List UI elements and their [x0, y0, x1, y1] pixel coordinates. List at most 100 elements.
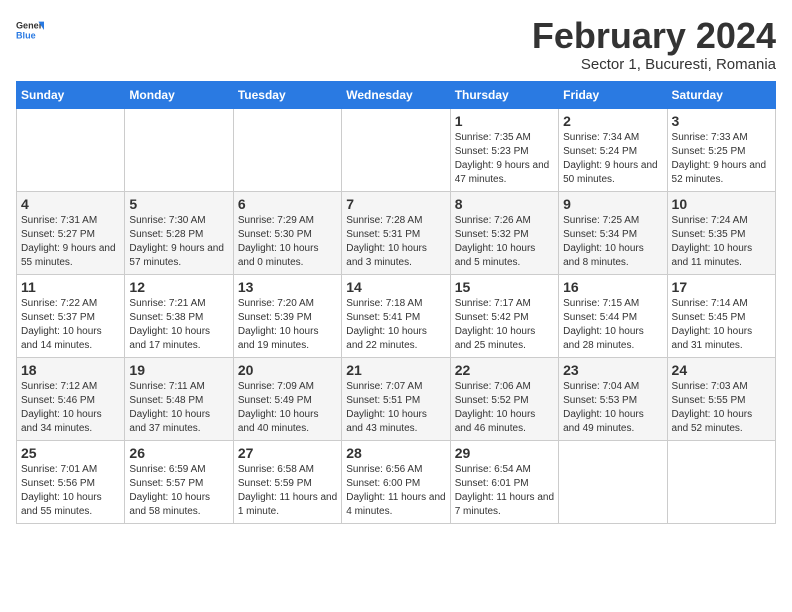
day-info: Sunrise: 7:01 AMSunset: 5:56 PMDaylight:… [21, 463, 120, 519]
day-cell: 9Sunrise: 7:25 AMSunset: 5:34 PMDaylight… [559, 191, 667, 274]
day-number: 12 [129, 279, 228, 295]
day-number: 16 [563, 279, 662, 295]
day-info: Sunrise: 7:17 AMSunset: 5:42 PMDaylight:… [455, 297, 554, 353]
header-wednesday: Wednesday [342, 81, 450, 108]
day-number: 25 [21, 445, 120, 461]
svg-text:Blue: Blue [16, 30, 36, 40]
week-row-4: 18 Sunrise: 7:12 AMSunset: 5:46 PMDayligh… [17, 357, 776, 440]
day-cell: 1Sunrise: 7:35 AMSunset: 5:23 PMDaylight… [450, 108, 558, 191]
day-cell: 11 Sunrise: 7:22 AMSunset: 5:37 PMDayligh… [17, 274, 125, 357]
day-info: Sunrise: 7:34 AMSunset: 5:24 PMDaylight:… [563, 131, 662, 187]
day-number: 27 [238, 445, 337, 461]
day-cell: 25 Sunrise: 7:01 AMSunset: 5:56 PMDayligh… [17, 440, 125, 523]
day-cell [17, 108, 125, 191]
day-info: Sunrise: 7:11 AMSunset: 5:48 PMDaylight:… [129, 380, 228, 436]
day-cell: 4 Sunrise: 7:31 AMSunset: 5:27 PMDaylight… [17, 191, 125, 274]
day-cell: 18 Sunrise: 7:12 AMSunset: 5:46 PMDayligh… [17, 357, 125, 440]
day-info: Sunrise: 7:12 AMSunset: 5:46 PMDaylight:… [21, 380, 120, 436]
subtitle: Sector 1, Bucuresti, Romania [532, 56, 776, 73]
calendar-table: SundayMondayTuesdayWednesdayThursdayFrid… [16, 81, 776, 524]
calendar-body: 1Sunrise: 7:35 AMSunset: 5:23 PMDaylight… [17, 108, 776, 523]
day-info: Sunrise: 6:56 AMSunset: 6:00 PMDaylight:… [346, 463, 445, 519]
day-cell: 27 Sunrise: 6:58 AMSunset: 5:59 PMDayligh… [233, 440, 341, 523]
day-number: 11 [21, 279, 120, 295]
day-cell: 23 Sunrise: 7:04 AMSunset: 5:53 PMDayligh… [559, 357, 667, 440]
day-number: 15 [455, 279, 554, 295]
day-info: Sunrise: 7:07 AMSunset: 5:51 PMDaylight:… [346, 380, 445, 436]
day-cell: 8 Sunrise: 7:26 AMSunset: 5:32 PMDaylight… [450, 191, 558, 274]
days-of-week-row: SundayMondayTuesdayWednesdayThursdayFrid… [17, 81, 776, 108]
day-cell: 7 Sunrise: 7:28 AMSunset: 5:31 PMDaylight… [342, 191, 450, 274]
day-info: Sunrise: 7:20 AMSunset: 5:39 PMDaylight:… [238, 297, 337, 353]
day-cell: 2Sunrise: 7:34 AMSunset: 5:24 PMDaylight… [559, 108, 667, 191]
day-info: Sunrise: 6:58 AMSunset: 5:59 PMDaylight:… [238, 463, 337, 519]
day-cell: 3 Sunrise: 7:33 AMSunset: 5:25 PMDaylight… [667, 108, 775, 191]
day-number: 19 [129, 362, 228, 378]
day-cell: 20 Sunrise: 7:09 AMSunset: 5:49 PMDayligh… [233, 357, 341, 440]
day-number: 6 [238, 196, 337, 212]
day-info: Sunrise: 7:33 AMSunset: 5:25 PMDaylight:… [672, 131, 771, 187]
day-number: 18 [21, 362, 120, 378]
week-row-2: 4 Sunrise: 7:31 AMSunset: 5:27 PMDaylight… [17, 191, 776, 274]
day-number: 17 [672, 279, 771, 295]
logo-icon: General Blue [16, 16, 44, 44]
day-cell: 15 Sunrise: 7:17 AMSunset: 5:42 PMDayligh… [450, 274, 558, 357]
day-info: Sunrise: 7:15 AMSunset: 5:44 PMDaylight:… [563, 297, 662, 353]
day-cell [559, 440, 667, 523]
calendar-header: SundayMondayTuesdayWednesdayThursdayFrid… [17, 81, 776, 108]
day-info: Sunrise: 7:09 AMSunset: 5:49 PMDaylight:… [238, 380, 337, 436]
day-cell: 26Sunrise: 6:59 AMSunset: 5:57 PMDayligh… [125, 440, 233, 523]
header-thursday: Thursday [450, 81, 558, 108]
day-info: Sunrise: 7:24 AMSunset: 5:35 PMDaylight:… [672, 214, 771, 270]
logo: General Blue [16, 16, 44, 44]
day-info: Sunrise: 6:54 AMSunset: 6:01 PMDaylight:… [455, 463, 554, 519]
day-number: 20 [238, 362, 337, 378]
day-cell: 5 Sunrise: 7:30 AMSunset: 5:28 PMDaylight… [125, 191, 233, 274]
day-number: 14 [346, 279, 445, 295]
day-info: Sunrise: 7:31 AMSunset: 5:27 PMDaylight:… [21, 214, 120, 270]
day-cell: 29 Sunrise: 6:54 AMSunset: 6:01 PMDayligh… [450, 440, 558, 523]
day-number: 3 [672, 113, 771, 129]
header-saturday: Saturday [667, 81, 775, 108]
day-info: Sunrise: 7:22 AMSunset: 5:37 PMDaylight:… [21, 297, 120, 353]
day-number: 8 [455, 196, 554, 212]
day-number: 5 [129, 196, 228, 212]
week-row-5: 25 Sunrise: 7:01 AMSunset: 5:56 PMDayligh… [17, 440, 776, 523]
day-number: 23 [563, 362, 662, 378]
day-number: 29 [455, 445, 554, 461]
day-number: 4 [21, 196, 120, 212]
title-area: February 2024 Sector 1, Bucuresti, Roman… [532, 16, 776, 73]
day-cell: 16 Sunrise: 7:15 AMSunset: 5:44 PMDayligh… [559, 274, 667, 357]
header-monday: Monday [125, 81, 233, 108]
day-info: Sunrise: 7:06 AMSunset: 5:52 PMDaylight:… [455, 380, 554, 436]
day-info: Sunrise: 7:29 AMSunset: 5:30 PMDaylight:… [238, 214, 337, 270]
week-row-3: 11 Sunrise: 7:22 AMSunset: 5:37 PMDayligh… [17, 274, 776, 357]
day-cell: 28 Sunrise: 6:56 AMSunset: 6:00 PMDayligh… [342, 440, 450, 523]
day-cell: 14 Sunrise: 7:18 AMSunset: 5:41 PMDayligh… [342, 274, 450, 357]
header-tuesday: Tuesday [233, 81, 341, 108]
day-info: Sunrise: 7:30 AMSunset: 5:28 PMDaylight:… [129, 214, 228, 270]
day-cell: 24Sunrise: 7:03 AMSunset: 5:55 PMDayligh… [667, 357, 775, 440]
day-number: 7 [346, 196, 445, 212]
week-row-1: 1Sunrise: 7:35 AMSunset: 5:23 PMDaylight… [17, 108, 776, 191]
day-cell [125, 108, 233, 191]
day-info: Sunrise: 7:28 AMSunset: 5:31 PMDaylight:… [346, 214, 445, 270]
main-title: February 2024 [532, 16, 776, 56]
day-info: Sunrise: 7:18 AMSunset: 5:41 PMDaylight:… [346, 297, 445, 353]
header: General Blue February 2024 Sector 1, Buc… [16, 16, 776, 73]
day-number: 28 [346, 445, 445, 461]
day-info: Sunrise: 7:26 AMSunset: 5:32 PMDaylight:… [455, 214, 554, 270]
day-cell: 10Sunrise: 7:24 AMSunset: 5:35 PMDayligh… [667, 191, 775, 274]
day-cell [233, 108, 341, 191]
day-cell [667, 440, 775, 523]
day-number: 26 [129, 445, 228, 461]
day-cell: 6 Sunrise: 7:29 AMSunset: 5:30 PMDaylight… [233, 191, 341, 274]
day-cell: 22Sunrise: 7:06 AMSunset: 5:52 PMDayligh… [450, 357, 558, 440]
day-info: Sunrise: 7:25 AMSunset: 5:34 PMDaylight:… [563, 214, 662, 270]
day-cell [342, 108, 450, 191]
day-info: Sunrise: 7:03 AMSunset: 5:55 PMDaylight:… [672, 380, 771, 436]
header-sunday: Sunday [17, 81, 125, 108]
day-number: 13 [238, 279, 337, 295]
day-info: Sunrise: 7:04 AMSunset: 5:53 PMDaylight:… [563, 380, 662, 436]
day-number: 1 [455, 113, 554, 129]
